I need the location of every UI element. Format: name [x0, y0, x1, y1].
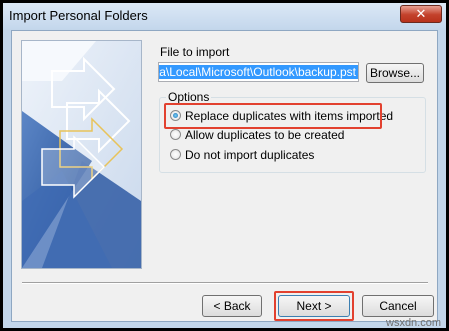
dialog-body: File to import Data\Local\Microsoft\Outl…	[11, 30, 438, 322]
radio-button[interactable]	[170, 129, 181, 140]
file-to-import-label: File to import	[160, 45, 230, 59]
file-path-input[interactable]: Data\Local\Microsoft\Outlook\backup.pst	[158, 62, 359, 82]
wizard-graphic	[21, 40, 142, 269]
radio-label: Allow duplicates to be created	[185, 128, 345, 142]
button-separator	[22, 282, 428, 284]
watermark-text: wsxdn.com	[386, 317, 442, 329]
wizard-arrows-image	[22, 41, 141, 268]
import-dialog: Import Personal Folders ✕ File to import…	[3, 3, 446, 329]
cancel-button[interactable]: Cancel	[362, 295, 434, 317]
options-label: Options	[166, 90, 212, 104]
radio-label: Do not import duplicates	[185, 148, 315, 162]
browse-button[interactable]: Browse...	[366, 63, 424, 83]
window-title: Import Personal Folders	[9, 8, 148, 23]
close-icon: ✕	[415, 6, 427, 21]
next-highlight-box	[274, 291, 354, 321]
file-path-value: Data\Local\Microsoft\Outlook\backup.pst	[159, 65, 358, 79]
back-button[interactable]: < Back	[202, 295, 262, 317]
title-bar[interactable]: Import Personal Folders ✕	[3, 3, 446, 29]
radio-button[interactable]	[170, 149, 181, 160]
replace-highlight-box	[164, 103, 382, 129]
close-button[interactable]: ✕	[400, 5, 442, 23]
